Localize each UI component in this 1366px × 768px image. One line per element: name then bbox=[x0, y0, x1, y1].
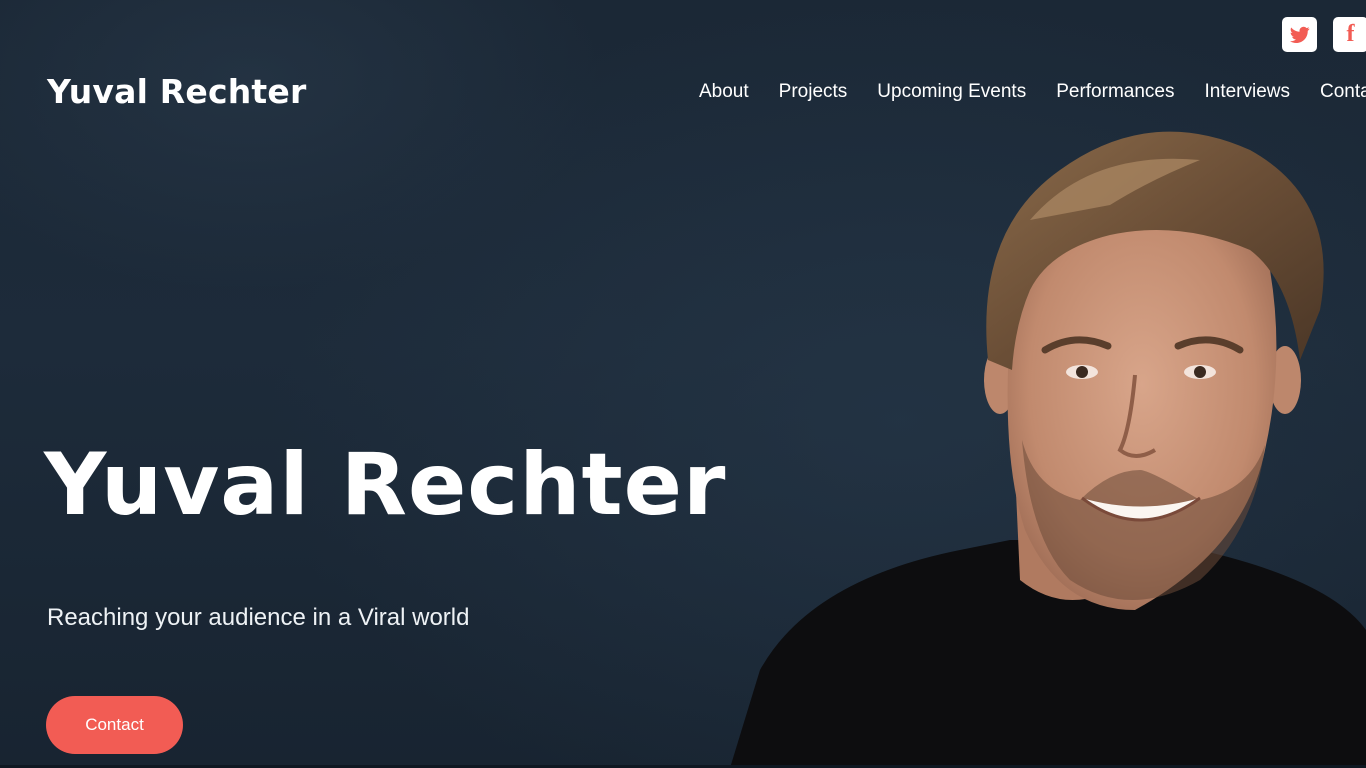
facebook-icon: f bbox=[1346, 21, 1355, 47]
nav-projects[interactable]: Projects bbox=[779, 81, 848, 103]
nav-interviews[interactable]: Interviews bbox=[1204, 81, 1290, 103]
hero-title: Yuval Rechter bbox=[44, 435, 727, 535]
portrait-photo bbox=[730, 131, 1366, 768]
main-nav: About Projects Upcoming Events Performan… bbox=[699, 81, 1366, 103]
twitter-button[interactable] bbox=[1282, 17, 1317, 52]
site-logo[interactable]: Yuval Rechter bbox=[47, 72, 306, 111]
hero-subtitle: Reaching your audience in a Viral world bbox=[47, 604, 470, 631]
hero-section: Yuval Rechter f About Projects Upcoming … bbox=[0, 0, 1366, 768]
social-links: f bbox=[1282, 17, 1366, 52]
nav-upcoming-events[interactable]: Upcoming Events bbox=[877, 81, 1026, 103]
nav-performances[interactable]: Performances bbox=[1056, 81, 1174, 103]
facebook-button[interactable]: f bbox=[1333, 17, 1366, 52]
nav-about[interactable]: About bbox=[699, 81, 749, 103]
nav-contact[interactable]: Contact bbox=[1320, 81, 1366, 103]
contact-button[interactable]: Contact bbox=[46, 696, 183, 754]
twitter-icon bbox=[1289, 26, 1310, 43]
